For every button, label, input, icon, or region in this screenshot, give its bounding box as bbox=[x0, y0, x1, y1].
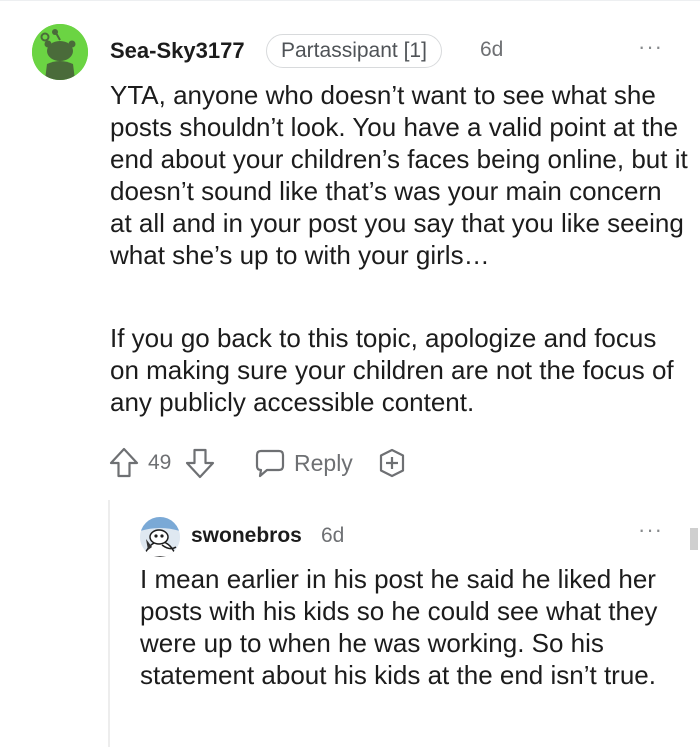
downvote-arrow-icon bbox=[185, 448, 215, 479]
reply-button[interactable]: Reply bbox=[254, 444, 353, 482]
reply-avatar[interactable] bbox=[140, 517, 180, 557]
upvote-arrow-icon bbox=[109, 447, 139, 478]
reply-more-options-icon[interactable]: ··· bbox=[638, 517, 663, 543]
scrollbar[interactable] bbox=[690, 528, 698, 550]
comment-paragraph-2: If you go back to this topic, apologize … bbox=[110, 323, 674, 417]
snoo-avatar-icon bbox=[140, 517, 180, 557]
thread-line[interactable] bbox=[108, 500, 110, 747]
reply-timestamp: 6d bbox=[321, 524, 345, 547]
speech-bubble-icon bbox=[255, 449, 285, 478]
reply-label: Reply bbox=[294, 449, 353, 476]
vote-count: 49 bbox=[148, 451, 172, 474]
user-flair: Partassipant [1] bbox=[266, 34, 442, 68]
comment-paragraph-1: YTA, anyone who doesn’t want to see what… bbox=[110, 80, 688, 270]
award-plus-icon bbox=[379, 448, 405, 478]
downvote-button[interactable] bbox=[184, 444, 216, 482]
reply-author[interactable]: swonebros bbox=[191, 524, 302, 548]
award-button[interactable] bbox=[376, 444, 408, 482]
comment-timestamp: 6d bbox=[480, 38, 504, 61]
more-options-icon[interactable]: ··· bbox=[638, 34, 663, 60]
comment-actions: 49 Reply bbox=[108, 444, 428, 482]
reply-body: I mean earlier in his post he said he li… bbox=[140, 564, 658, 690]
upvote-button[interactable] bbox=[108, 444, 140, 482]
user-avatar[interactable] bbox=[32, 24, 88, 80]
top-divider bbox=[0, 0, 700, 1]
comment-author[interactable]: Sea-Sky3177 bbox=[110, 38, 245, 64]
snoo-avatar-icon bbox=[32, 24, 88, 80]
